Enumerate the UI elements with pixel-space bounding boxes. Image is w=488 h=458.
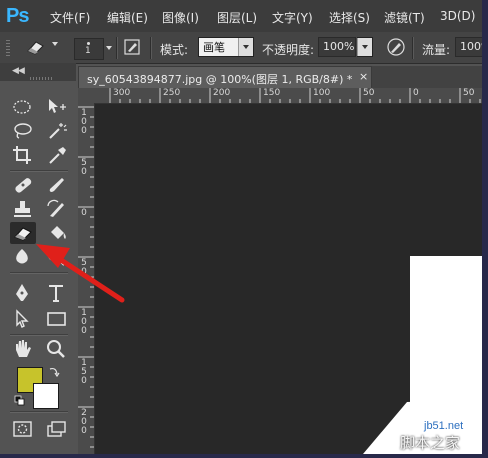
watermark-url: jb51.net	[424, 420, 464, 432]
red-arrow-annotation	[36, 244, 125, 303]
watermark-text: 脚本之家	[400, 434, 461, 452]
photoshop-window: Ps 文件(F) 编辑(E) 图像(I) 图层(L) 文字(Y) 选择(S) 滤…	[0, 0, 482, 454]
